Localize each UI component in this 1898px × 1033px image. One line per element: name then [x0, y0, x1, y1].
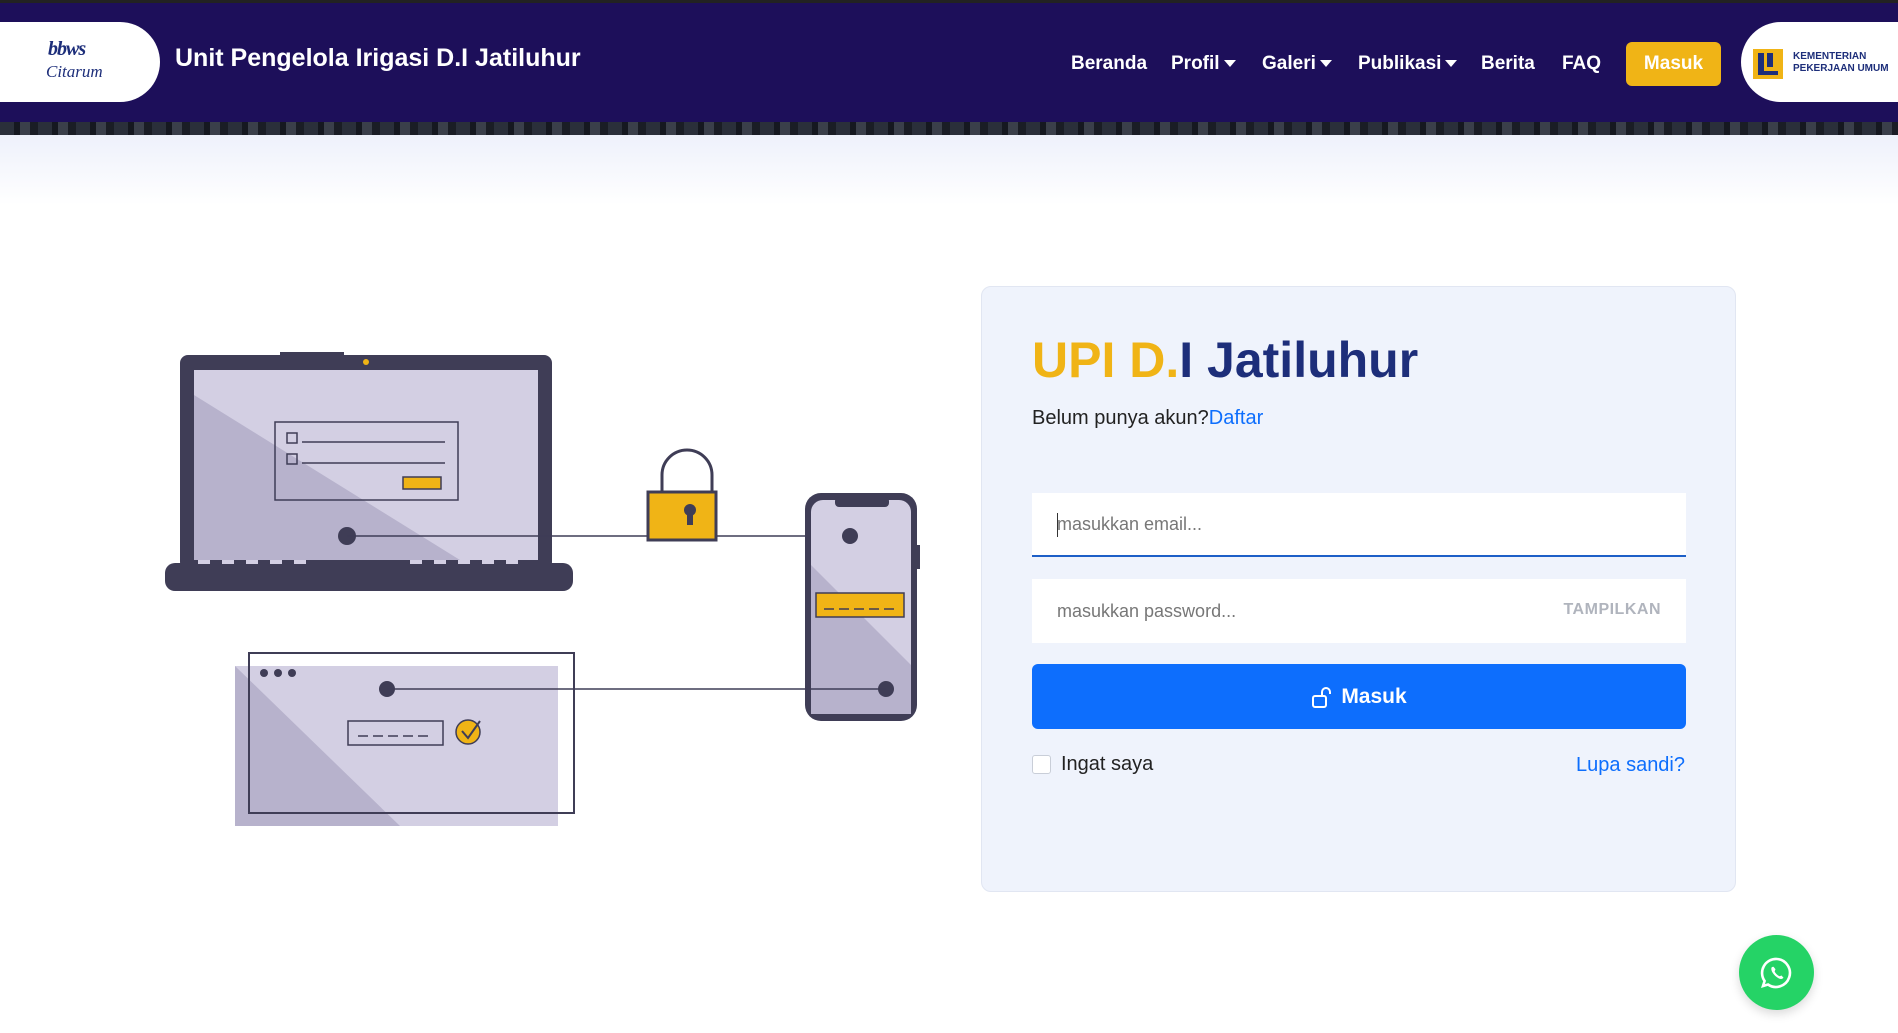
caret-down-icon [1445, 60, 1458, 68]
nav-galeri[interactable]: Galeri [1262, 53, 1332, 75]
logo-citarum-text: Citarum [46, 62, 103, 81]
caret-down-icon [1319, 60, 1332, 68]
login-title-part1: UPI D. [1032, 332, 1180, 388]
ministry-line2: PEKERJAAN UMUM [1793, 63, 1889, 74]
signup-prompt-text: Belum punya akun? [1032, 407, 1209, 429]
header-login-button[interactable]: Masuk [1626, 42, 1721, 86]
nav-berita[interactable]: Berita [1481, 53, 1535, 75]
nav-beranda-label: Beranda [1071, 53, 1148, 74]
nav-berita-label: Berita [1481, 53, 1535, 74]
logo-bbws-text: bbws [48, 38, 86, 60]
caret-down-icon [1223, 60, 1236, 68]
remember-me-label[interactable]: Ingat saya [1061, 753, 1153, 776]
unlock-icon [1312, 686, 1332, 708]
login-submit-button[interactable]: Masuk [1032, 664, 1686, 729]
password-field-wrapper: TAMPILKAN [1032, 579, 1686, 643]
login-submit-label: Masuk [1341, 684, 1407, 708]
signup-prompt: Belum punya akun?Daftar [1032, 407, 1263, 430]
nav-faq-label: FAQ [1562, 53, 1602, 74]
whatsapp-icon [1760, 957, 1791, 988]
nav-faq[interactable]: FAQ [1562, 53, 1601, 75]
nav-beranda[interactable]: Beranda [1071, 53, 1147, 75]
show-password-toggle[interactable]: TAMPILKAN [1563, 601, 1661, 619]
email-field-wrapper [1032, 493, 1686, 557]
site-title[interactable]: Unit Pengelola Irigasi D.I Jatiluhur [175, 44, 581, 73]
nav-profil[interactable]: Profil [1171, 53, 1236, 75]
remember-me-checkbox[interactable] [1032, 755, 1051, 774]
header-banner-strip [0, 122, 1898, 135]
nav-publikasi[interactable]: Publikasi [1358, 53, 1458, 75]
login-title: UPI D.I Jatiluhur [1032, 331, 1418, 389]
nav-profil-label: Profil [1171, 53, 1220, 74]
ministry-line1: KEMENTERIAN [1793, 51, 1867, 62]
remember-me: Ingat saya [1032, 753, 1153, 776]
login-security-illustration [165, 352, 920, 826]
text-cursor [1057, 513, 1058, 537]
ministry-logo[interactable]: KEMENTERIAN PEKERJAAN UMUM [1741, 22, 1898, 102]
signup-link[interactable]: Daftar [1209, 407, 1263, 429]
pu-emblem-icon [1753, 49, 1783, 79]
forgot-password-link[interactable]: Lupa sandi? [1576, 754, 1685, 777]
whatsapp-button[interactable] [1739, 935, 1814, 1010]
login-title-part2: I Jatiluhur [1179, 332, 1419, 388]
email-input[interactable] [1032, 493, 1686, 555]
login-card: UPI D.I Jatiluhur Belum punya akun?Dafta… [981, 286, 1736, 892]
header-shadow [0, 135, 1898, 205]
nav-galeri-label: Galeri [1262, 53, 1316, 74]
nav-publikasi-label: Publikasi [1358, 53, 1442, 74]
bbws-logo[interactable]: bbws Citarum [0, 22, 160, 102]
